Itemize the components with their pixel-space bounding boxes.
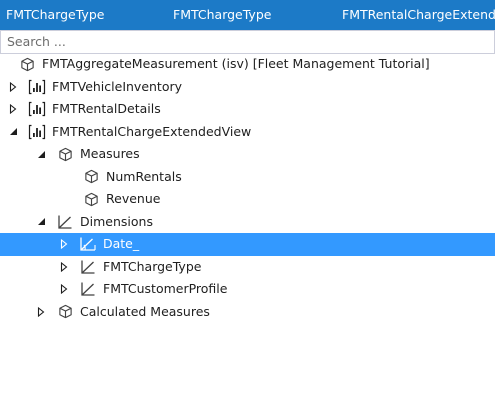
tree-root-label: FMTAggregateMeasurement (isv) [Fleet Man…: [42, 56, 430, 72]
tab-fmtchargetype-1[interactable]: FMTChargeType: [6, 0, 104, 30]
tree-item-label: FMTCustomerProfile: [103, 281, 228, 297]
tab-fmtrentalchargeextendedview[interactable]: FMTRentalChargeExtendedView: [342, 0, 495, 30]
expand-arrow-icon[interactable]: [59, 261, 69, 273]
axis-icon: [79, 258, 97, 276]
cube-icon: [82, 190, 100, 208]
collapse-arrow-icon[interactable]: [36, 148, 46, 160]
tree-item-fmtvehicleinventory[interactable]: FMTVehicleInventory: [0, 76, 495, 99]
cube-icon: [18, 55, 36, 73]
cube-icon: [56, 145, 74, 163]
tree-item-calculated-measures[interactable]: Calculated Measures: [0, 301, 495, 324]
tree-root[interactable]: FMTAggregateMeasurement (isv) [Fleet Man…: [0, 53, 495, 76]
tree-item-date[interactable]: Date_: [0, 233, 495, 256]
axis-icon: [79, 235, 97, 253]
tree-item-fmtcustomerprofile[interactable]: FMTCustomerProfile: [0, 278, 495, 301]
bar-chart-icon: [28, 123, 46, 141]
tree-item-label: Calculated Measures: [80, 303, 210, 319]
tree-item-label: Date_: [103, 236, 140, 252]
collapse-arrow-icon[interactable]: [8, 126, 18, 138]
expand-arrow-icon[interactable]: [59, 238, 69, 250]
axis-icon: [56, 213, 74, 231]
tree-item-label: NumRentals: [106, 168, 182, 184]
tree-item-label: Revenue: [106, 191, 161, 207]
element-tree: FMTAggregateMeasurement (isv) [Fleet Man…: [0, 53, 495, 323]
document-tab-bar: FMTChargeType FMTChargeType FMTRentalCha…: [0, 0, 495, 30]
tree-item-numrentals[interactable]: NumRentals: [0, 166, 495, 189]
expand-arrow-icon[interactable]: [8, 81, 18, 93]
tab-fmtchargetype-2[interactable]: FMTChargeType: [173, 0, 271, 30]
expand-arrow-icon[interactable]: [36, 306, 46, 318]
tree-item-label: FMTVehicleInventory: [52, 78, 183, 94]
expand-arrow-icon[interactable]: [59, 283, 69, 295]
cube-icon: [56, 303, 74, 321]
tree-item-label: FMTRentalChargeExtendedView: [52, 123, 252, 139]
tree-item-fmtrentalchargeextendedview[interactable]: FMTRentalChargeExtendedView: [0, 121, 495, 144]
search-box: [0, 30, 495, 54]
cube-icon: [82, 168, 100, 186]
search-input[interactable]: [1, 31, 487, 51]
tree-item-label: Measures: [80, 146, 140, 162]
bar-chart-icon: [28, 78, 46, 96]
axis-icon: [79, 280, 97, 298]
tree-item-label: FMTChargeType: [103, 258, 202, 274]
collapse-arrow-icon[interactable]: [36, 216, 46, 228]
tree-item-label: FMTRentalDetails: [52, 101, 161, 117]
tree-item-label: Dimensions: [80, 213, 153, 229]
tree-item-revenue[interactable]: Revenue: [0, 188, 495, 211]
bar-chart-icon: [28, 100, 46, 118]
tree-item-fmtchargetype[interactable]: FMTChargeType: [0, 256, 495, 279]
tree-item-dimensions[interactable]: Dimensions: [0, 211, 495, 234]
tree-item-fmtrentaldetails[interactable]: FMTRentalDetails: [0, 98, 495, 121]
expand-arrow-icon[interactable]: [8, 103, 18, 115]
tree-item-measures[interactable]: Measures: [0, 143, 495, 166]
